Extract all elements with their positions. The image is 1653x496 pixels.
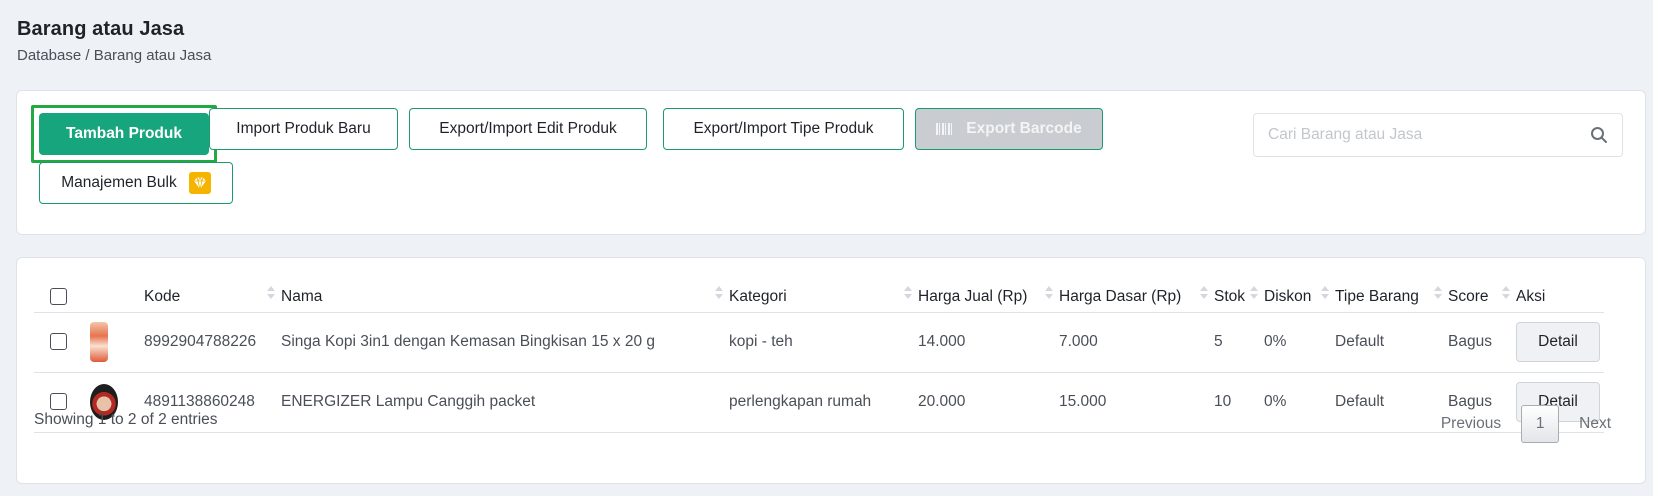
row-select-cell xyxy=(34,312,90,373)
row-checkbox[interactable] xyxy=(50,393,67,411)
add-product-button[interactable]: Tambah Produk xyxy=(39,113,209,155)
cell-aksi: Detail xyxy=(1516,312,1604,373)
sort-icon[interactable] xyxy=(1502,286,1510,300)
cell-nama: ENERGIZER Lampu Canggih packet xyxy=(281,372,729,433)
cell-tipe: Default xyxy=(1335,312,1448,373)
thumbnail-cell xyxy=(90,312,144,373)
pagination-next[interactable]: Next xyxy=(1561,415,1629,433)
cell-stok: 5 xyxy=(1214,312,1264,373)
cell-harga-jual: 20.000 xyxy=(918,372,1059,433)
col-kode[interactable]: Kode xyxy=(144,268,281,313)
sort-icon[interactable] xyxy=(715,286,723,300)
sort-icon[interactable] xyxy=(1250,286,1258,300)
col-score[interactable]: Score xyxy=(1448,268,1516,313)
detail-button[interactable]: Detail xyxy=(1516,322,1600,362)
table-row: 8992904788226 Singa Kopi 3in1 dengan Kem… xyxy=(34,312,1604,373)
gem-icon xyxy=(188,172,211,194)
col-tipe-barang[interactable]: Tipe Barang xyxy=(1335,268,1448,313)
select-all-checkbox[interactable] xyxy=(50,288,67,306)
col-nama[interactable]: Nama xyxy=(281,268,729,313)
export-import-edit-button[interactable]: Export/Import Edit Produk xyxy=(409,108,647,150)
breadcrumb: Database / Barang atau Jasa xyxy=(17,47,212,64)
col-harga-jual[interactable]: Harga Jual (Rp) xyxy=(918,268,1059,313)
sort-icon[interactable] xyxy=(904,286,912,300)
thumbnail-header xyxy=(90,268,144,313)
cell-diskon: 0% xyxy=(1264,312,1335,373)
table-card: Kode Nama Kategori Harga Jual (Rp) Harga… xyxy=(16,257,1646,484)
col-aksi: Aksi xyxy=(1516,268,1604,313)
cell-kategori: perlengkapan rumah xyxy=(729,372,918,433)
row-checkbox[interactable] xyxy=(50,333,67,351)
cell-score: Bagus xyxy=(1448,312,1516,373)
bulk-management-button[interactable]: Manajemen Bulk xyxy=(39,162,233,204)
bulk-management-label: Manajemen Bulk xyxy=(61,174,177,191)
table-row: 4891138860248 ENERGIZER Lampu Canggih pa… xyxy=(34,372,1604,433)
table-header-row: Kode Nama Kategori Harga Jual (Rp) Harga… xyxy=(34,268,1604,313)
cell-kode: 8992904788226 xyxy=(144,312,281,373)
page-title: Barang atau Jasa xyxy=(17,18,185,40)
add-product-highlight: Tambah Produk xyxy=(31,105,217,163)
export-barcode-label: Export Barcode xyxy=(966,120,1082,137)
import-new-product-button[interactable]: Import Produk Baru xyxy=(209,108,398,150)
barcode-icon xyxy=(936,123,955,135)
sort-icon[interactable] xyxy=(1434,286,1442,300)
pagination: Previous 1 Next xyxy=(1423,405,1629,443)
page-header: Barang atau Jasa Database / Barang atau … xyxy=(17,18,211,64)
products-table: Kode Nama Kategori Harga Jual (Rp) Harga… xyxy=(34,268,1604,433)
search-input[interactable] xyxy=(1254,114,1574,156)
export-import-type-button[interactable]: Export/Import Tipe Produk xyxy=(663,108,904,150)
cell-harga-dasar: 7.000 xyxy=(1059,312,1214,373)
cell-nama: Singa Kopi 3in1 dengan Kemasan Bingkisan… xyxy=(281,312,729,373)
sort-icon[interactable] xyxy=(1200,286,1208,300)
col-stok[interactable]: Stok xyxy=(1214,268,1264,313)
sort-icon[interactable] xyxy=(1045,286,1053,300)
cell-harga-dasar: 15.000 xyxy=(1059,372,1214,433)
sort-icon[interactable] xyxy=(267,286,275,300)
toolbar-card: Tambah Produk Import Produk Baru Export/… xyxy=(16,90,1646,235)
export-barcode-button[interactable]: Export Barcode xyxy=(915,108,1103,150)
search-box xyxy=(1253,113,1623,157)
cell-stok: 10 xyxy=(1214,372,1264,433)
col-harga-dasar[interactable]: Harga Dasar (Rp) xyxy=(1059,268,1214,313)
select-all-cell xyxy=(34,268,90,313)
table-info: Showing 1 to 2 of 2 entries xyxy=(34,411,218,428)
sort-icon[interactable] xyxy=(1321,286,1329,300)
col-diskon[interactable]: Diskon xyxy=(1264,268,1335,313)
search-icon[interactable] xyxy=(1590,126,1608,144)
pagination-previous[interactable]: Previous xyxy=(1423,415,1519,433)
cell-kategori: kopi - teh xyxy=(729,312,918,373)
col-kategori[interactable]: Kategori xyxy=(729,268,918,313)
product-image xyxy=(90,322,108,362)
cell-diskon: 0% xyxy=(1264,372,1335,433)
cell-harga-jual: 14.000 xyxy=(918,312,1059,373)
pagination-page-1[interactable]: 1 xyxy=(1521,405,1560,443)
